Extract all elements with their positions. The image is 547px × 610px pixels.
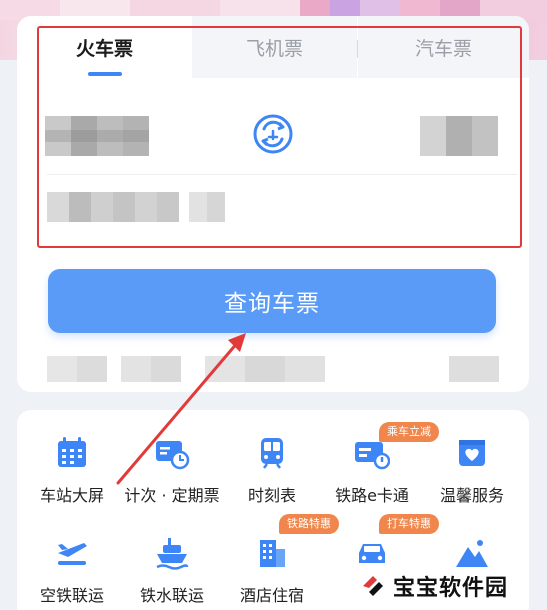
service-station-screen[interactable]: 车站大屏 bbox=[17, 410, 127, 505]
ship-icon bbox=[156, 538, 189, 570]
watermark: 宝宝软件园 bbox=[355, 568, 515, 604]
service-label: 空铁联运 bbox=[39, 586, 104, 605]
service-label: 温馨服务 bbox=[439, 486, 504, 505]
ticket-clock-icon bbox=[156, 441, 190, 470]
train-icon bbox=[261, 438, 283, 469]
annotation-highlight-box bbox=[37, 26, 522, 248]
query-button-label: 查询车票 bbox=[224, 291, 320, 317]
car-icon bbox=[359, 544, 385, 563]
service-label: 车站大屏 bbox=[39, 486, 104, 505]
query-tickets-button[interactable]: 查询车票 bbox=[48, 269, 496, 333]
plane-train-icon bbox=[58, 543, 87, 565]
heart-box-icon bbox=[459, 440, 485, 466]
watermark-logo-icon bbox=[363, 576, 383, 596]
service-label: 时刻表 bbox=[247, 486, 296, 505]
service-air-rail[interactable]: 空铁联运 bbox=[17, 510, 127, 605]
station-screen-icon bbox=[58, 437, 86, 467]
service-rail-water[interactable]: 铁水联运 bbox=[117, 510, 227, 605]
mountain-icon bbox=[456, 540, 488, 567]
service-periodic-ticket[interactable]: 计次 · 定期票 bbox=[117, 410, 227, 505]
service-warm-service[interactable]: 温馨服务 bbox=[417, 410, 527, 505]
service-timetable[interactable]: 时刻表 bbox=[217, 410, 327, 505]
service-label: 铁水联运 bbox=[139, 586, 204, 605]
service-label: 计次 · 定期票 bbox=[124, 486, 220, 505]
hotel-icon bbox=[260, 540, 285, 567]
service-label: 铁路e卡通 bbox=[335, 486, 409, 505]
service-label: 酒店住宿 bbox=[239, 586, 304, 605]
watermark-text: 宝宝软件园 bbox=[393, 576, 509, 601]
search-history[interactable] bbox=[47, 356, 499, 382]
